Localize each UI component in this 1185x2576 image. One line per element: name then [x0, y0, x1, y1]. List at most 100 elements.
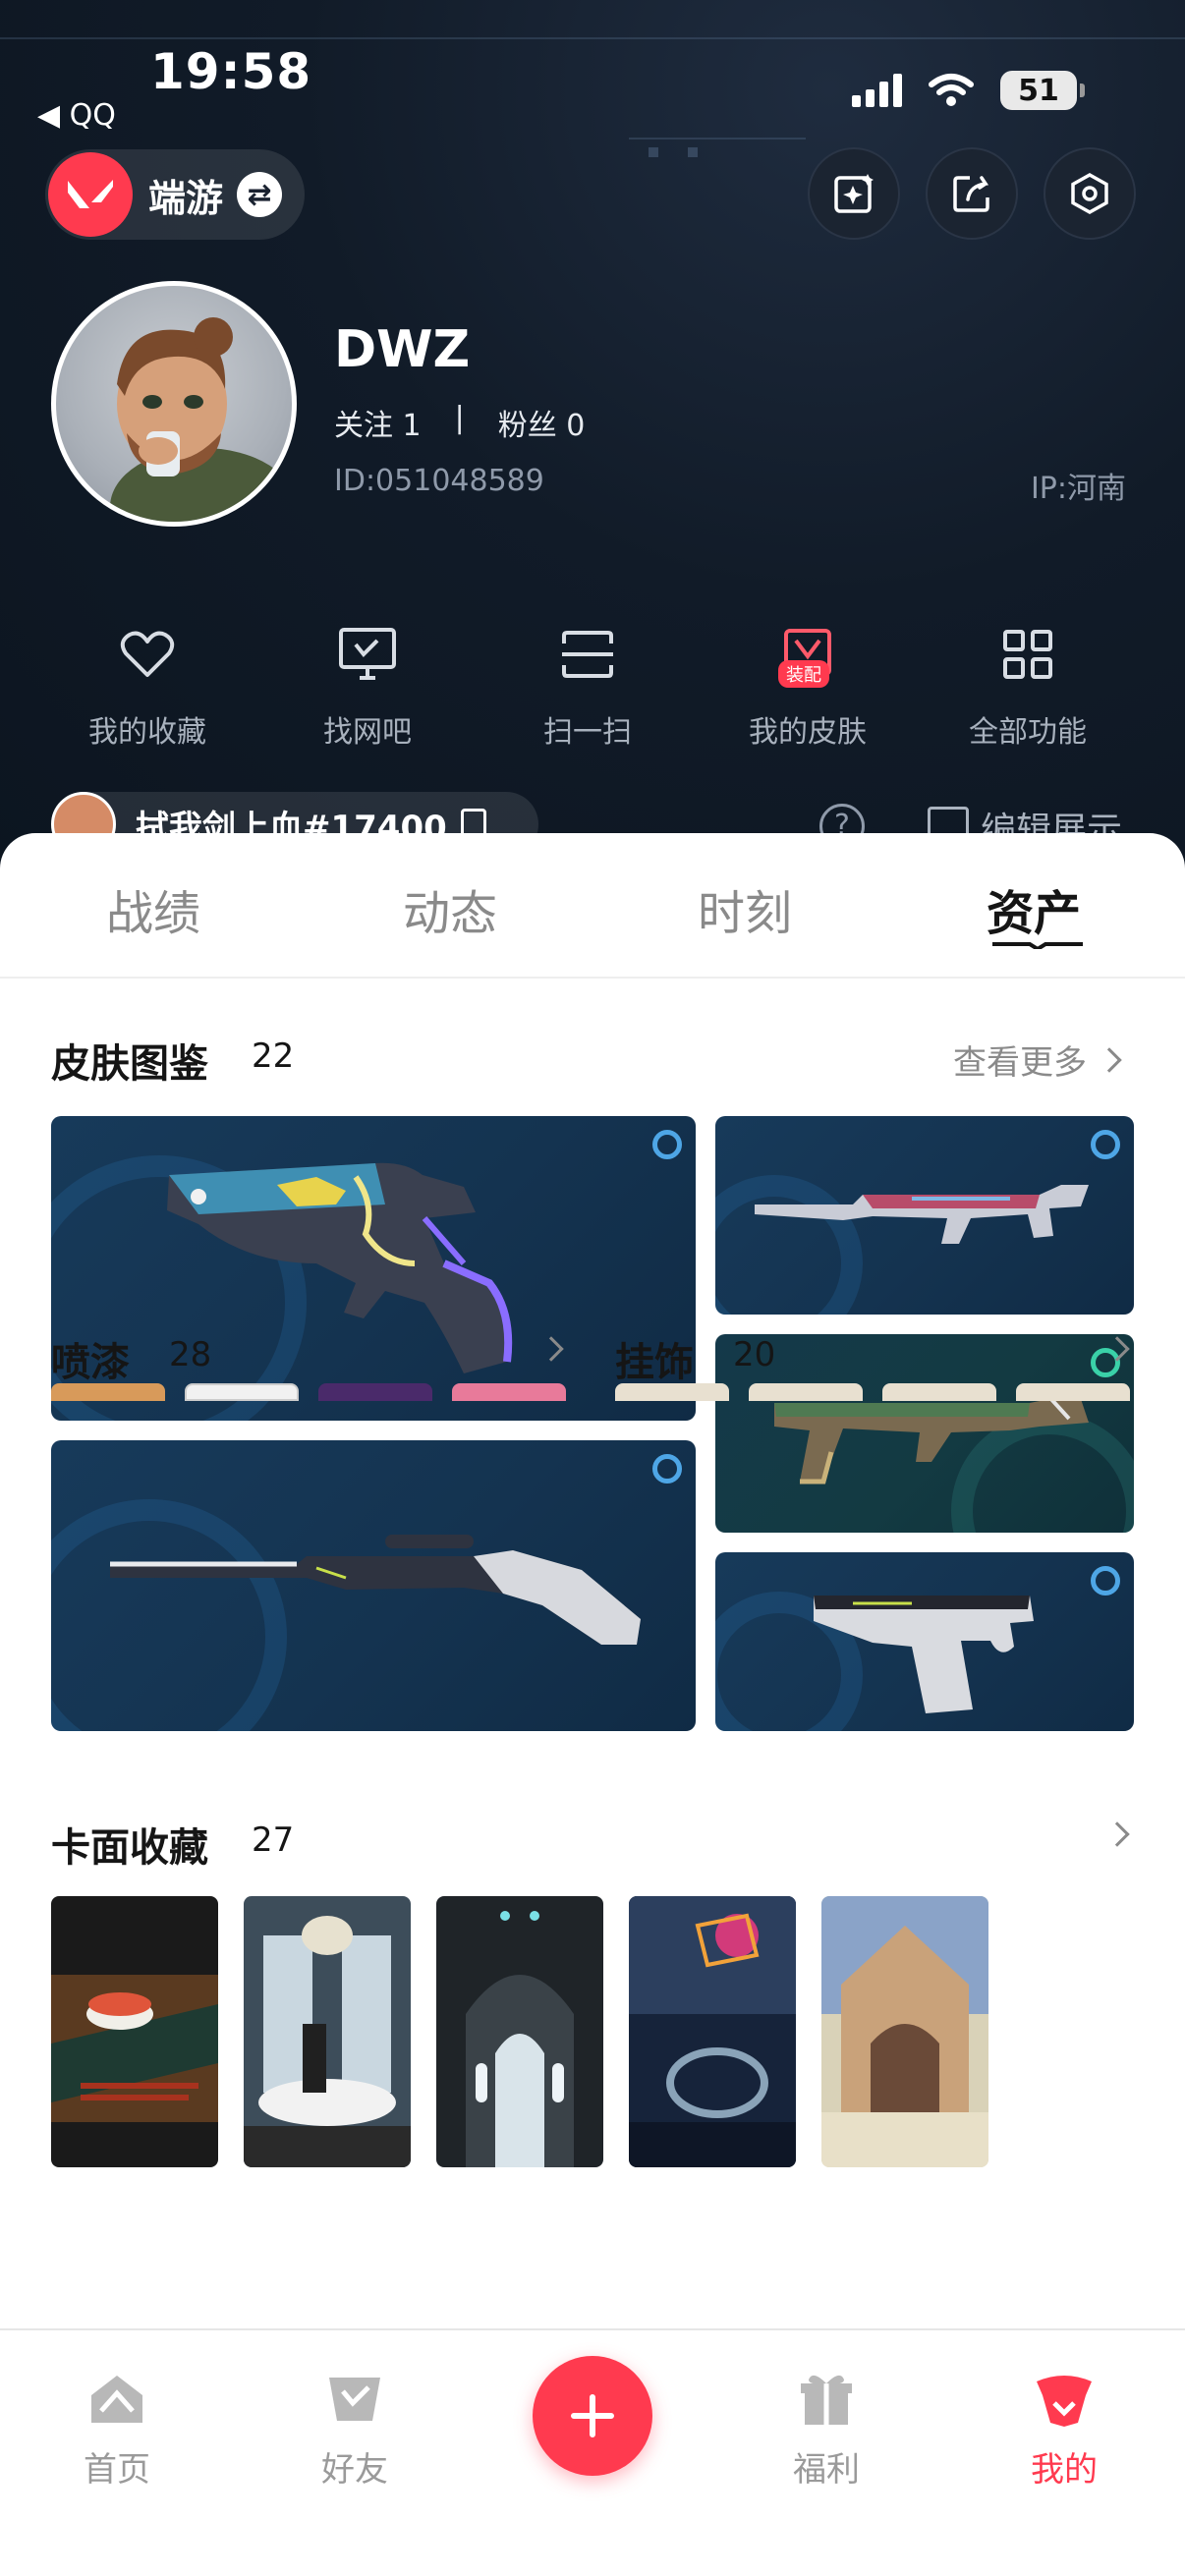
- sprays-title: 喷漆: [51, 1340, 130, 1385]
- quick-my-skins[interactable]: 装配 我的皮肤: [700, 621, 916, 751]
- charm-thumb[interactable]: [1016, 1383, 1130, 1401]
- profile-icon: [1033, 2368, 1096, 2431]
- quick-find-netcafe[interactable]: 找网吧: [259, 621, 476, 751]
- ip-location: IP:河南: [1030, 472, 1126, 506]
- fans-count[interactable]: 粉丝 0: [498, 401, 586, 444]
- skin-card-smg-blue[interactable]: [715, 1116, 1134, 1315]
- plus-icon: [571, 2394, 614, 2437]
- back-app-label: QQ: [69, 98, 116, 133]
- town-card-image: [821, 1896, 988, 2167]
- avatar[interactable]: [51, 281, 297, 527]
- nav-welfare[interactable]: 福利: [753, 2368, 900, 2491]
- nav-profile[interactable]: 我的: [990, 2368, 1138, 2491]
- tab-moments[interactable]: 时刻: [698, 874, 792, 943]
- charm-thumb[interactable]: [749, 1383, 863, 1401]
- skins-title: 皮肤图鉴: [51, 1041, 208, 1087]
- charms-more-link[interactable]: [1104, 1336, 1130, 1362]
- player-card-car[interactable]: [629, 1896, 796, 2167]
- skins-more-link[interactable]: 查看更多: [953, 1036, 1122, 1084]
- game-label: 端游: [148, 176, 224, 220]
- gift-icon: [795, 2368, 858, 2431]
- charm-thumb[interactable]: [615, 1383, 729, 1401]
- spray-thumb[interactable]: [185, 1383, 299, 1401]
- chevron-right-icon: [1104, 1821, 1130, 1847]
- skin-card-pistol[interactable]: [715, 1552, 1134, 1731]
- green-smg-skin-image: [774, 1393, 1089, 1484]
- status-time: 19:58: [150, 43, 312, 100]
- quick-all-features[interactable]: 全部功能: [920, 621, 1136, 751]
- player-card-sushi[interactable]: [51, 1896, 218, 2167]
- avatar-illustration: [110, 317, 292, 522]
- charms-count: 20: [733, 1335, 776, 1374]
- spray-thumb[interactable]: [452, 1383, 566, 1401]
- status-icons: 51: [852, 71, 1085, 110]
- chevron-right-icon: [538, 1336, 564, 1362]
- equip-badge: 装配: [778, 660, 829, 688]
- quick-label: 全部功能: [969, 715, 1087, 750]
- restaurant-card-image: [244, 1896, 411, 2167]
- following-count[interactable]: 关注 1: [334, 401, 422, 444]
- quick-label: 扫一扫: [543, 715, 632, 750]
- charms-title: 挂饰: [615, 1340, 694, 1385]
- quick-label: 我的皮肤: [749, 715, 867, 750]
- decor-dot: [688, 147, 698, 157]
- nav-create-button[interactable]: [533, 2356, 652, 2476]
- battery-indicator: 51: [1000, 71, 1085, 110]
- skin-card-smg-green[interactable]: [715, 1334, 1134, 1533]
- decor-line: [0, 37, 1185, 39]
- share-button[interactable]: [926, 147, 1018, 240]
- charm-thumb[interactable]: [882, 1383, 996, 1401]
- tab-assets[interactable]: 资产: [987, 874, 1081, 943]
- quick-scan[interactable]: 扫一扫: [480, 621, 696, 751]
- quick-favorites[interactable]: 我的收藏: [39, 621, 255, 751]
- smg-skin-image: [755, 1185, 1089, 1244]
- player-card-town[interactable]: [821, 1896, 988, 2167]
- tab-bar: 战绩 动态 时刻 资产: [0, 833, 1185, 979]
- profile-header: 19:58 ◀ QQ 51 端游 ⇄ DWZ 关注 1 | 粉丝 0 ID:05…: [0, 0, 1185, 884]
- home-icon: [85, 2368, 148, 2431]
- tab-feed[interactable]: 动态: [403, 874, 497, 943]
- tab-record[interactable]: 战绩: [106, 874, 200, 943]
- settings-button[interactable]: [1044, 147, 1136, 240]
- skin-icon: 装配: [774, 621, 841, 688]
- nav-label: 我的: [1031, 2450, 1098, 2490]
- decor-dot: [649, 147, 658, 157]
- chevron-right-icon: [1104, 1336, 1130, 1362]
- skin-card-sniper[interactable]: [51, 1440, 696, 1731]
- sushi-card-image: [51, 1896, 218, 2167]
- sparkle-edit-icon: [834, 174, 874, 213]
- back-to-app[interactable]: ◀ QQ: [37, 98, 116, 133]
- username: DWZ: [334, 320, 471, 379]
- quick-label: 找网吧: [323, 715, 412, 750]
- friends-icon: [323, 2368, 386, 2431]
- sprays-more-link[interactable]: [538, 1336, 564, 1362]
- follow-stats: 关注 1 | 粉丝 0: [334, 401, 585, 444]
- decor-line: [629, 138, 806, 140]
- pistol-skin-image: [814, 1596, 1034, 1713]
- tab-active-indicator: [992, 942, 1083, 949]
- nav-home[interactable]: 首页: [43, 2368, 191, 2491]
- player-card-gate[interactable]: [436, 1896, 603, 2167]
- spray-thumb[interactable]: [51, 1383, 165, 1401]
- skin-card-revolver[interactable]: [51, 1116, 696, 1421]
- sniper-skin-image: [110, 1535, 641, 1645]
- spray-thumb[interactable]: [318, 1383, 432, 1401]
- nav-friends[interactable]: 好友: [281, 2368, 428, 2491]
- share-icon: [953, 176, 989, 212]
- grid-icon: [994, 621, 1061, 688]
- skins-count: 22: [252, 1036, 295, 1076]
- scan-icon: [554, 621, 621, 688]
- game-switch-button[interactable]: 端游 ⇄: [45, 149, 305, 240]
- cellular-signal-icon: [852, 74, 902, 107]
- nav-label: 首页: [84, 2450, 150, 2490]
- cards-title: 卡面收藏: [51, 1825, 208, 1871]
- player-id: ID:051048589: [334, 464, 544, 498]
- player-card-restaurant[interactable]: [244, 1896, 411, 2167]
- monitor-icon: [334, 621, 401, 688]
- gate-card-image: [436, 1896, 603, 2167]
- cards-count: 27: [252, 1820, 295, 1860]
- cards-more-link[interactable]: [1104, 1821, 1130, 1847]
- skins-more-label: 查看更多: [953, 1043, 1087, 1083]
- create-post-button[interactable]: [808, 147, 900, 240]
- revolver-skin-image: [167, 1162, 513, 1373]
